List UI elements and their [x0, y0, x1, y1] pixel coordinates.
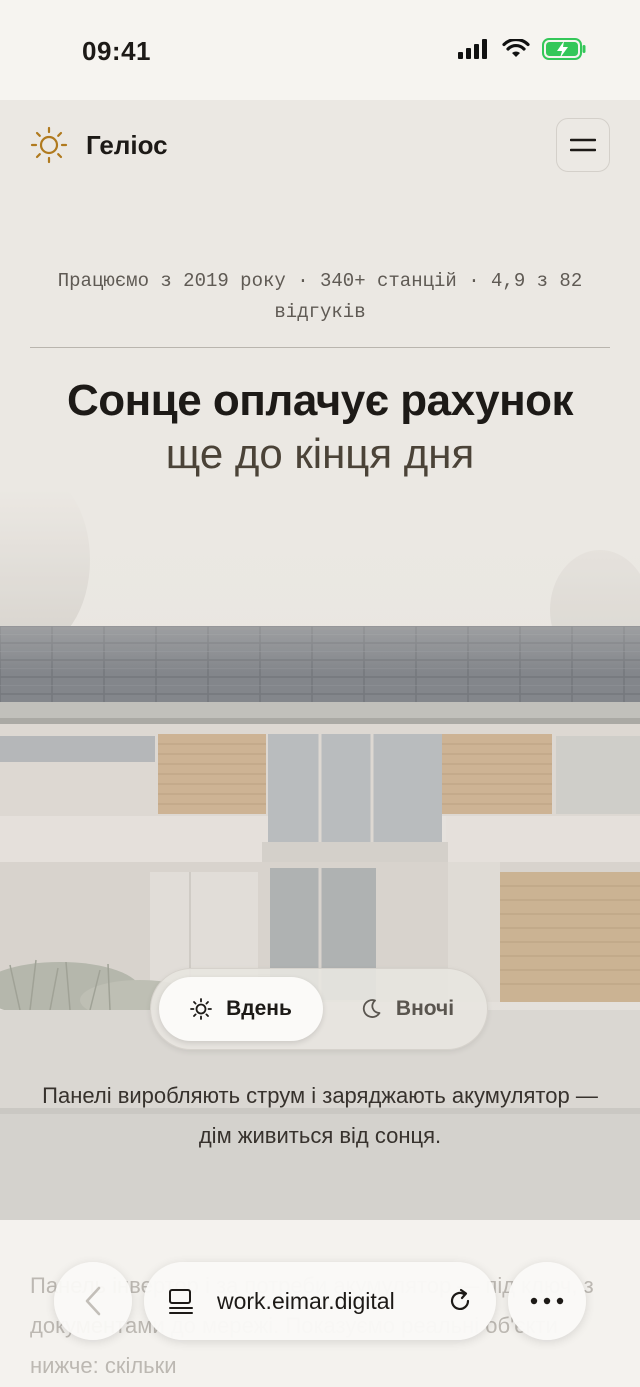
- hero-section: Геліос Працюємо з 2019 року · 340+ станц…: [0, 100, 640, 1220]
- hero-subheadline: ще до кінця дня: [165, 430, 475, 477]
- status-time: 09:41: [82, 36, 151, 66]
- status-bar: 09:41: [0, 0, 640, 100]
- browser-toolbar: work.eimar.digital: [0, 1258, 640, 1342]
- hero-headline: Сонце оплачує рахунок: [66, 376, 574, 425]
- sun-icon: [190, 998, 213, 1020]
- day-night-toggle[interactable]: Вдень Вночі: [150, 968, 488, 1050]
- hero-caption: Панелі виробляють струм і заряджають аку…: [42, 1083, 598, 1148]
- wifi-icon: [502, 39, 530, 57]
- address-bar[interactable]: work.eimar.digital: [144, 1262, 496, 1340]
- reload-icon[interactable]: [446, 1287, 474, 1315]
- battery-charging-icon: [542, 38, 586, 60]
- ellipsis-icon: [530, 1297, 564, 1305]
- toggle-night-label: Вночі: [395, 997, 455, 1020]
- app-header: Геліос: [0, 100, 640, 190]
- toggle-day-label: Вдень: [226, 997, 292, 1020]
- page-menu-icon[interactable]: [168, 1288, 196, 1314]
- trust-meta-line: Працюємо з 2019 року · 340+ станцій · 4,…: [57, 270, 583, 323]
- url-text: work.eimar.digital: [217, 1288, 395, 1314]
- toggle-day-option[interactable]: Вдень: [159, 977, 323, 1041]
- status-icons: [458, 38, 586, 60]
- chevron-left-icon: [85, 1286, 101, 1316]
- brand[interactable]: Геліос: [30, 126, 168, 164]
- menu-button[interactable]: [556, 118, 610, 172]
- hero-divider: [30, 347, 610, 348]
- hamburger-menu-icon: [570, 138, 596, 152]
- moon-icon: [362, 999, 381, 1018]
- brand-name: Геліос: [86, 129, 168, 160]
- toggle-night-option[interactable]: Вночі: [337, 977, 477, 1041]
- more-options-button[interactable]: [508, 1262, 586, 1340]
- back-button[interactable]: [54, 1262, 132, 1340]
- cellular-signal-icon: [458, 39, 487, 59]
- sun-logo-icon: [30, 126, 68, 164]
